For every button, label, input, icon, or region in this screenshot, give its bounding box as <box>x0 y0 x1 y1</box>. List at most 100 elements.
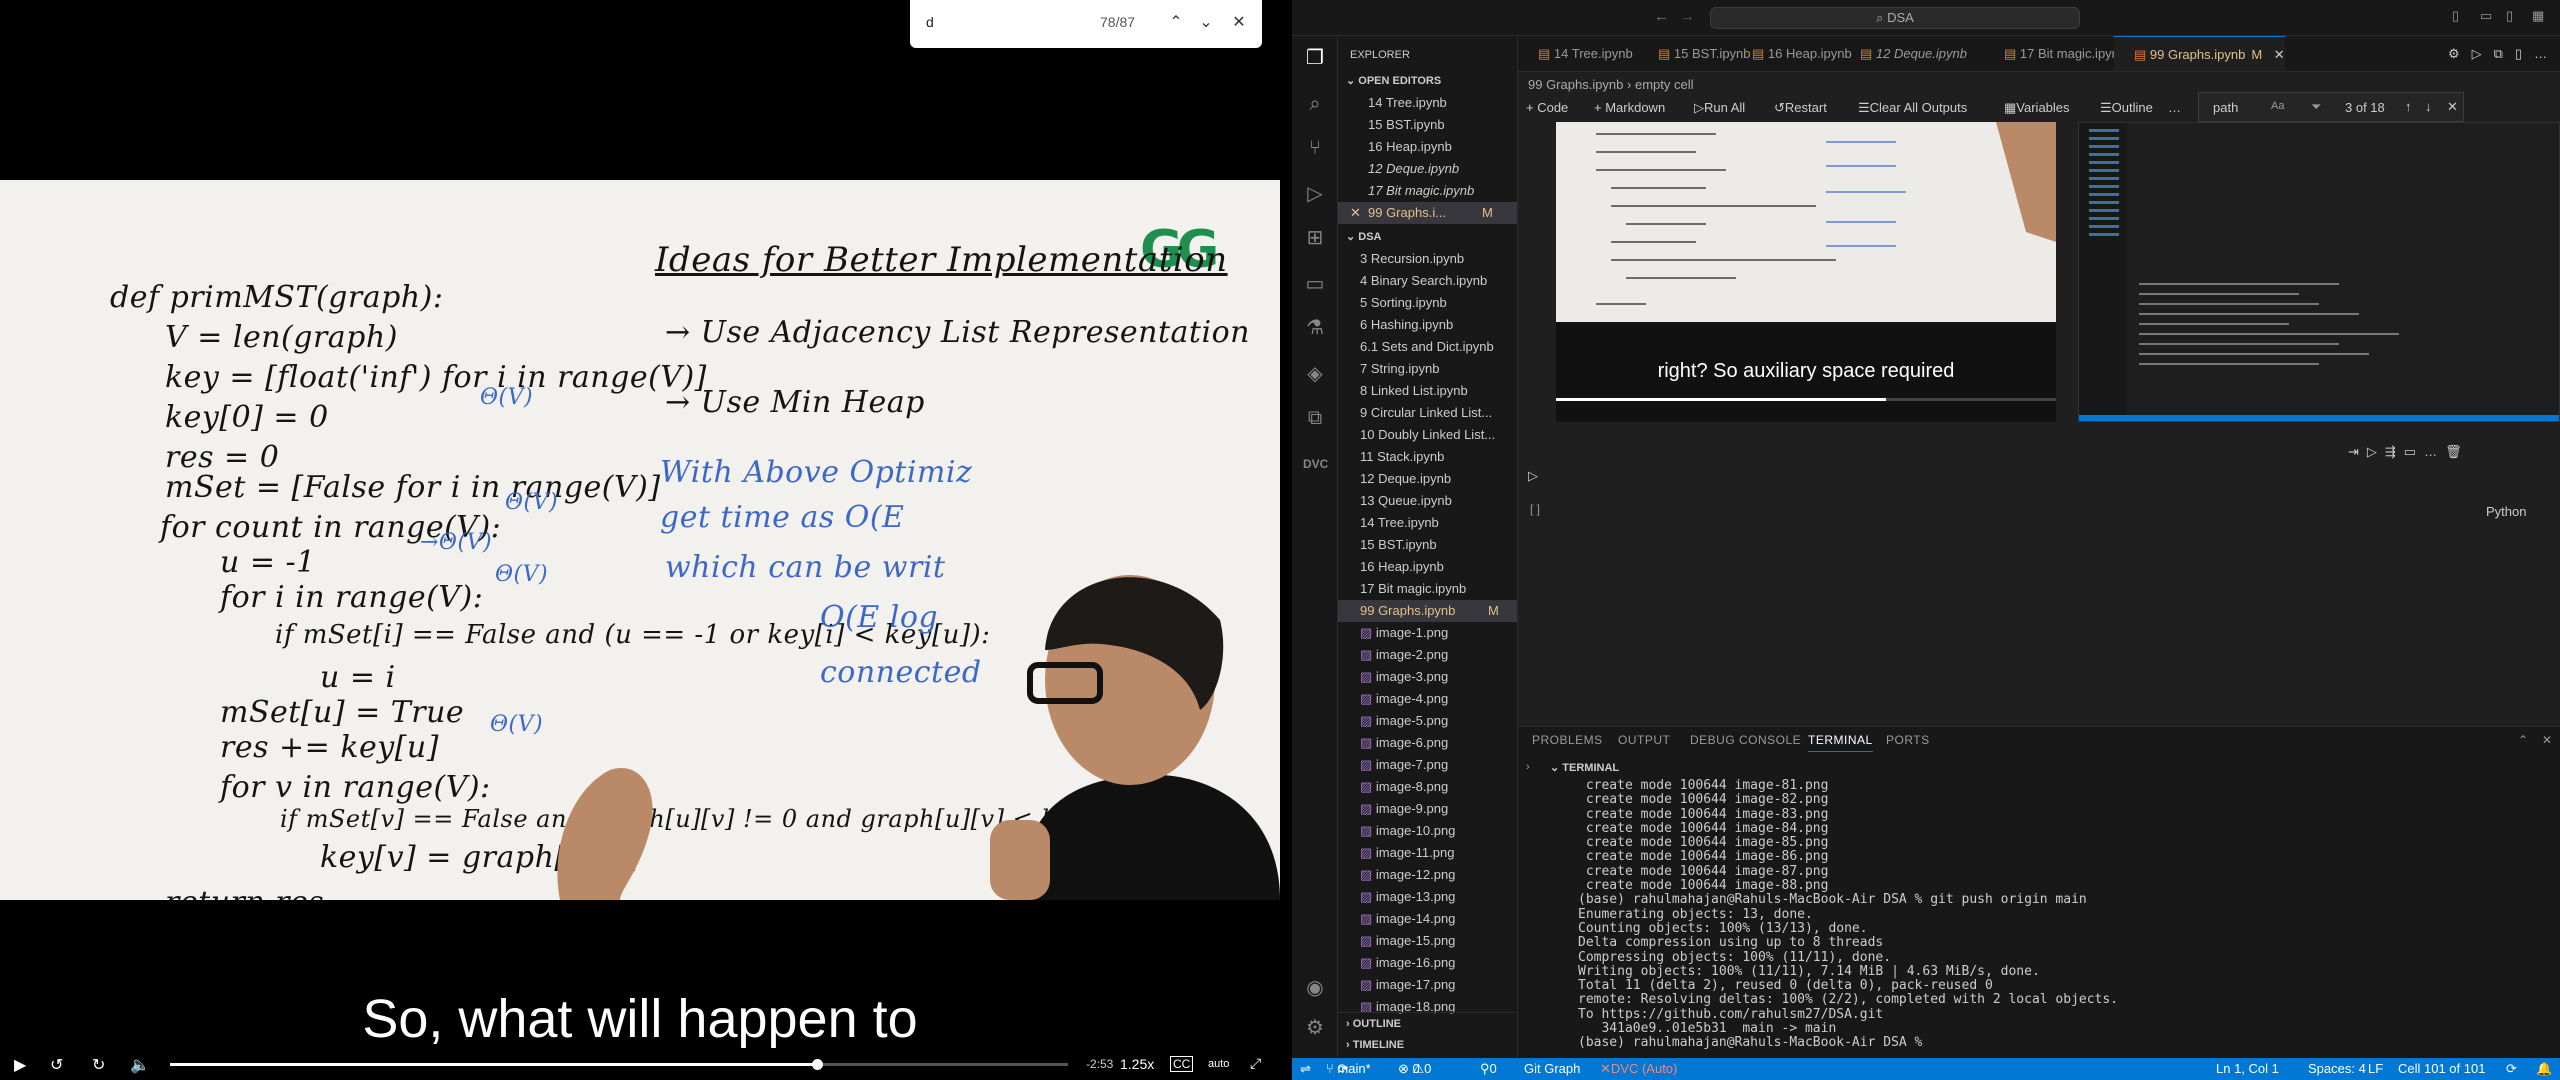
outline-section[interactable]: › OUTLINE <box>1338 1012 1517 1034</box>
panel-tab-terminal[interactable]: TERMINAL <box>1808 733 1873 752</box>
cell-indicator[interactable]: Cell 101 of 101 <box>2398 1058 2485 1080</box>
run-debug-icon[interactable]: ▷ <box>1303 182 1327 206</box>
file-item-image[interactable]: ▨ image-17.png <box>1338 974 1517 996</box>
filter-icon[interactable]: ⏷ <box>2311 99 2321 115</box>
settings-gear-icon[interactable]: ⚙ <box>1303 1016 1327 1040</box>
file-item-notebook[interactable]: 6.1 Sets and Dict.ipynb <box>1338 336 1517 358</box>
fullscreen-icon[interactable]: ⤢ <box>1250 1055 1261 1072</box>
find-prev-icon[interactable]: ↑ <box>2405 99 2412 114</box>
editor-tab[interactable]: ▤ 16 Heap.ipynb <box>1732 36 1852 71</box>
captions-icon[interactable]: CC <box>1170 1056 1194 1072</box>
quality-button[interactable]: auto <box>1208 1058 1229 1070</box>
video-player[interactable]: GG def primMST(graph): V = len(graph) ke… <box>0 0 1280 1080</box>
add-code-button[interactable]: + Code <box>1526 94 1568 122</box>
ports-indicator[interactable]: ⚲ 0 <box>1480 1058 1497 1080</box>
find-input[interactable]: d <box>926 14 934 30</box>
source-control-icon[interactable]: ⑂ <box>1303 136 1327 160</box>
cell-language[interactable]: Python <box>2486 504 2526 519</box>
cell-editor[interactable] <box>1558 460 2548 522</box>
branch-indicator[interactable]: ⑂ main* ⟳ <box>1326 1058 1371 1080</box>
open-editor-item[interactable]: 12 Deque.ipynb <box>1338 158 1517 180</box>
open-editor-item[interactable]: ✕ 99 Graphs.i... M <box>1338 202 1517 224</box>
terminal-output[interactable]: create mode 100644 image-81.png create m… <box>1578 778 2548 1059</box>
file-item-notebook[interactable]: 17 Bit magic.ipynb <box>1338 578 1517 600</box>
dvc-status[interactable]: ✕ DVC (Auto) <box>1600 1058 1677 1080</box>
panel-tab-problems[interactable]: PROBLEMS <box>1532 733 1603 747</box>
find-next-match-icon[interactable]: ↓ <box>2425 99 2432 114</box>
breadcrumb-file[interactable]: 99 Graphs.ipynb <box>1528 77 1623 92</box>
docker-icon[interactable]: ◈ <box>1303 362 1327 386</box>
back-icon[interactable]: ← <box>1654 8 1669 25</box>
find-next-icon[interactable]: ⌄ <box>1195 12 1217 34</box>
find-widget-close-icon[interactable]: ✕ <box>2447 99 2458 115</box>
timeline-section[interactable]: › TIMELINE <box>1338 1034 1517 1056</box>
forward-icon[interactable]: ↻ <box>92 1055 105 1075</box>
errors-indicator[interactable]: ⊗ 0 ⚠ 0 <box>1398 1058 1431 1080</box>
file-item-image[interactable]: ▨ image-7.png <box>1338 754 1517 776</box>
find-previous-icon[interactable]: ⌃ <box>1165 12 1187 34</box>
indentation[interactable]: Spaces: 4 <box>2308 1058 2366 1080</box>
file-item-image[interactable]: ▨ image-10.png <box>1338 820 1517 842</box>
file-item-image[interactable]: ▨ image-11.png <box>1338 842 1517 864</box>
restart-button[interactable]: ↺ Restart <box>1774 94 1827 122</box>
close-tab-icon[interactable]: ✕ <box>2270 47 2285 62</box>
testing-icon[interactable]: ⚗ <box>1303 316 1327 340</box>
toggle-sidebar-icon[interactable]: ▯ <box>2452 8 2459 24</box>
remote-explorer-icon[interactable]: ▭ <box>1303 272 1327 296</box>
command-center[interactable]: ⌕ DSA <box>1710 7 2080 29</box>
file-item-image[interactable]: ▨ image-6.png <box>1338 732 1517 754</box>
panel-tab-output[interactable]: OUTPUT <box>1618 733 1670 747</box>
more-actions-icon[interactable]: … <box>2168 94 2181 122</box>
file-item-image[interactable]: ▨ image-16.png <box>1338 952 1517 974</box>
file-item-notebook[interactable]: 4 Binary Search.ipynb <box>1338 270 1517 292</box>
breadcrumb-cell[interactable]: empty cell <box>1635 77 1694 92</box>
cell-toolbar[interactable]: ⇥▷⇶▭…🗑 <box>2348 444 2470 460</box>
rewind-icon[interactable]: ↺ <box>50 1055 63 1075</box>
layout-icon[interactable]: ▦ <box>2532 8 2544 24</box>
file-item-image[interactable]: ▨ image-9.png <box>1338 798 1517 820</box>
browser-find-bar[interactable]: d 78/87 ⌃ ⌄ ✕ <box>910 0 1262 48</box>
add-markdown-button[interactable]: + Markdown <box>1594 94 1665 122</box>
maximize-panel-icon[interactable]: ⌃ <box>2518 733 2529 747</box>
cursor-position[interactable]: Ln 1, Col 1 <box>2216 1058 2279 1080</box>
panel-tab-ports[interactable]: PORTS <box>1886 733 1930 747</box>
remote-icon[interactable]: ⇌ <box>1300 1058 1311 1080</box>
file-item-notebook[interactable]: 8 Linked List.ipynb <box>1338 380 1517 402</box>
open-editor-item[interactable]: 15 BST.ipynb <box>1338 114 1517 136</box>
editor-tab[interactable]: ▤ 14 Tree.ipynb <box>1518 36 1633 71</box>
file-item-image[interactable]: ▨ image-12.png <box>1338 864 1517 886</box>
file-item-image[interactable]: ▨ image-14.png <box>1338 908 1517 930</box>
close-panel-icon[interactable]: ✕ <box>2542 733 2553 747</box>
empty-code-cell[interactable]: ▷ [ ] Python ⇥▷⇶▭…🗑 <box>1518 444 2560 526</box>
speed-button[interactable]: 1.25x <box>1120 1056 1154 1072</box>
file-item-notebook[interactable]: 99 Graphs.ipynb M <box>1338 600 1517 622</box>
editor-tab[interactable]: ▤ 12 Deque.ipynb <box>1840 36 1967 71</box>
play-icon[interactable]: ▶ <box>14 1055 26 1075</box>
file-item-notebook[interactable]: 9 Circular Linked List... <box>1338 402 1517 424</box>
find-close-icon[interactable]: ✕ <box>1228 12 1250 34</box>
volume-icon[interactable]: 🔈 <box>130 1055 150 1075</box>
notebook-find-widget[interactable]: path Aa ⏷ 3 of 18 ↑ ↓ ✕ <box>2198 92 2464 122</box>
file-item-image[interactable]: ▨ image-15.png <box>1338 930 1517 952</box>
forward-nav-icon[interactable]: → <box>1680 8 1695 25</box>
file-item-image[interactable]: ▨ image-4.png <box>1338 688 1517 710</box>
file-item-notebook[interactable]: 15 BST.ipynb <box>1338 534 1517 556</box>
clear-outputs-button[interactable]: ☰ Clear All Outputs <box>1858 94 1967 122</box>
variables-button[interactable]: ▦ Variables <box>2004 94 2070 122</box>
open-editors-section[interactable]: ⌄ OPEN EDITORS <box>1338 70 1517 92</box>
file-item-notebook[interactable]: 14 Tree.ipynb <box>1338 512 1517 534</box>
file-item-notebook[interactable]: 11 Stack.ipynb <box>1338 446 1517 468</box>
account-icon[interactable]: ◉ <box>1303 976 1327 1000</box>
open-editor-item[interactable]: 17 Bit magic.ipynb <box>1338 180 1517 202</box>
open-editor-item[interactable]: 16 Heap.ipynb <box>1338 136 1517 158</box>
git-graph-status[interactable]: Git Graph <box>1524 1058 1580 1080</box>
open-editor-item[interactable]: 14 Tree.ipynb <box>1338 92 1517 114</box>
seek-handle[interactable] <box>811 1059 823 1070</box>
file-item-image[interactable]: ▨ image-1.png <box>1338 622 1517 644</box>
file-item-notebook[interactable]: 6 Hashing.ipynb <box>1338 314 1517 336</box>
file-item-notebook[interactable]: 10 Doubly Linked List... <box>1338 424 1517 446</box>
dvc-icon[interactable]: DVC <box>1303 452 1328 476</box>
match-case-icon[interactable]: Aa <box>2271 100 2284 112</box>
file-item-notebook[interactable]: 3 Recursion.ipynb <box>1338 248 1517 270</box>
notifications-icon[interactable]: 🔔 <box>2536 1058 2552 1080</box>
